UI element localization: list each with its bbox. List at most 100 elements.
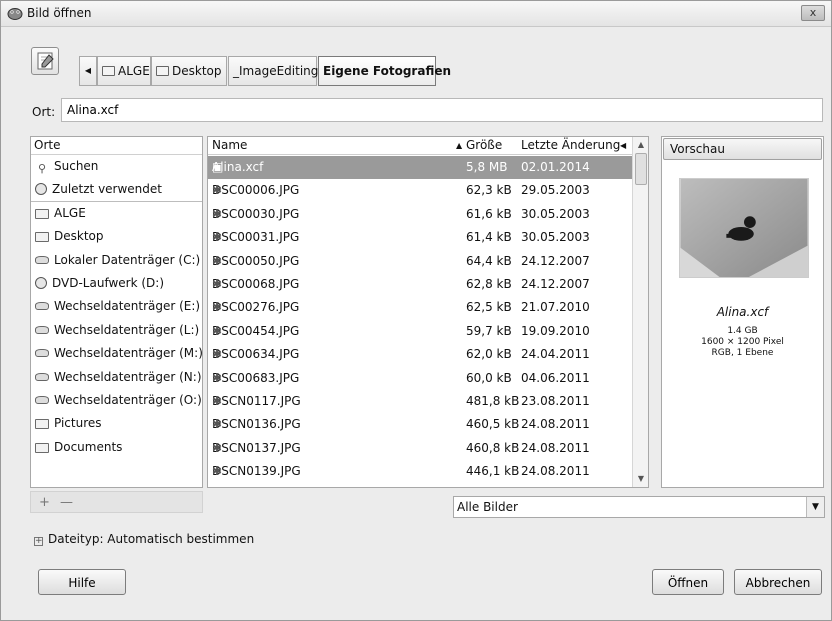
type-location-toggle-button[interactable] [31,47,59,75]
place-item[interactable]: ⚲ Suchen [31,155,202,178]
place-item[interactable]: Wechseldatenträger (L:) [31,319,202,342]
place-label: Documents [54,439,123,454]
file-date: 23.08.2011 [521,394,590,408]
file-name: DSC00683.JPG [212,370,300,385]
image-file-icon: ✱ [212,300,223,315]
place-item[interactable]: Wechseldatenträger (E:) [31,295,202,318]
place-label: Pictures [54,416,102,431]
scrollbar-thumb[interactable] [635,153,647,185]
file-list-scrollbar[interactable]: ▲ ▼ [632,137,648,487]
place-item[interactable]: DVD-Laufwerk (D:) [31,272,202,295]
file-date: 24.08.2011 [521,464,590,479]
file-row[interactable]: ✱ DSC00276.JPG 62,5 kB 21.07.2010 [208,296,632,319]
remove-bookmark-button[interactable]: — [60,495,73,510]
image-file-icon: ✱ [212,183,223,198]
file-row[interactable]: ✱ DSC00006.JPG 62,3 kB 29.05.2003 [208,179,632,202]
add-bookmark-button[interactable]: + [39,495,50,510]
place-item[interactable]: Desktop [31,225,202,248]
file-row[interactable]: ✱ DSCN0117.JPG 481,8 kB 23.08.2011 [208,390,632,413]
path-scroll-left-button[interactable]: ◀ [79,56,97,86]
removable-drive-icon [35,325,49,334]
window-title: Bild öffnen [27,6,92,20]
image-file-icon: ✱ [212,230,223,245]
column-size[interactable]: Größe [466,137,502,154]
file-name-cell: ✱ DSCN0137.JPG [212,437,301,460]
file-size: 61,6 kB [466,206,512,221]
places-header[interactable]: Orte [31,137,202,155]
column-modified[interactable]: Letzte Änderung [521,137,620,154]
file-size: 64,4 kB [466,253,512,268]
place-item[interactable]: Zuletzt verwendet [31,178,202,202]
edit-pencil-icon [37,52,54,70]
file-name: DSC00276.JPG [212,300,300,315]
preview-toggle-button[interactable]: Vorschau [663,138,822,160]
image-file-icon: ✱ [212,417,223,432]
file-row[interactable]: ✱ DSCN0136.JPG 460,5 kB 24.08.2011 [208,413,632,436]
removable-drive-icon [35,302,49,311]
file-list-header: Name ▲ Größe Letzte Änderung ◀ [208,137,632,155]
folder-icon [35,442,49,453]
place-label: Wechseldatenträger (M:) [54,346,203,361]
file-row[interactable]: ▣ Alina.xcf 5,8 MB 02.01.2014 [208,156,632,180]
help-button[interactable]: Hilfe [38,569,126,595]
file-row[interactable]: ✱ DSC00050.JPG 64,4 kB 24.12.2007 [208,250,632,273]
place-item[interactable]: Wechseldatenträger (N:) [31,366,202,389]
crumb-label: Desktop [172,64,222,78]
file-name-cell: ✱ DSC00050.JPG [212,250,299,273]
file-row[interactable]: ✱ DSC00068.JPG 62,8 kB 24.12.2007 [208,273,632,296]
file-date: 04.06.2011 [521,370,590,385]
file-row[interactable]: ✱ DSC00454.JPG 59,7 kB 19.09.2010 [208,320,632,343]
place-item[interactable]: Wechseldatenträger (O:) [31,389,202,412]
places-toolbar: + — [30,491,203,513]
scroll-up-icon[interactable]: ▲ [633,137,648,153]
file-row[interactable]: ✱ DSC00030.JPG 61,6 kB 30.05.2003 [208,203,632,226]
recent-icon [35,183,47,196]
scroll-down-icon[interactable]: ▼ [633,471,648,487]
image-file-icon: ✱ [212,277,223,291]
folder-icon [35,419,49,430]
image-file-icon: ✱ [212,323,223,338]
removable-drive-icon [35,395,49,404]
file-row[interactable]: ✱ DSCN0137.JPG 460,8 kB 24.08.2011 [208,437,632,460]
file-row[interactable]: ✱ DSC00683.JPG 60,0 kB 04.06.2011 [208,367,632,390]
place-item[interactable]: Pictures [31,412,202,435]
path-crumb-desktop[interactable]: Desktop [151,56,227,86]
removable-drive-icon [35,349,49,358]
close-icon: x [809,6,817,19]
place-item[interactable]: Documents [31,436,202,459]
file-date: 24.08.2011 [521,440,590,455]
location-input[interactable] [61,98,823,122]
file-size: 62,5 kB [466,300,512,315]
file-size: 460,5 kB [466,417,520,432]
filetype-expander[interactable]: + Dateityp: Automatisch bestimmen [34,532,254,546]
path-crumb-imageediting[interactable]: _ImageEditing [228,56,318,86]
file-size: 481,8 kB [466,394,520,408]
image-file-icon: ✱ [212,253,223,268]
open-button[interactable]: Öffnen [652,569,724,595]
image-file-icon: ✱ [212,440,223,455]
file-date: 02.01.2014 [521,160,590,174]
cancel-button[interactable]: Abbrechen [734,569,822,595]
path-crumb-alge[interactable]: ALGE [97,56,151,86]
image-file-icon: ✱ [212,347,223,362]
title-bar[interactable]: Bild öffnen x [1,1,831,27]
chevron-down-icon[interactable]: ▼ [806,497,824,517]
column-name[interactable]: Name [212,137,247,154]
path-crumb-eigene-fotografien[interactable]: Eigene Fotografien [318,56,451,86]
place-label: Suchen [54,159,99,173]
file-date: 21.07.2010 [521,300,590,315]
image-file-icon: ✱ [212,370,223,385]
file-row[interactable]: ✱ DSC00031.JPG 61,4 kB 30.05.2003 [208,226,632,249]
place-item[interactable]: Lokaler Datenträger (C:) [31,249,202,272]
file-row[interactable]: ✱ DSCN0139.JPG 446,1 kB 24.08.2011 [208,460,632,483]
file-name: DSCN0117.JPG [212,394,301,408]
place-item[interactable]: Wechseldatenträger (M:) [31,342,202,365]
help-label: Hilfe [68,576,96,590]
file-filter-select[interactable]: Alle Bilder ▼ [453,496,825,518]
folder-icon [35,208,49,219]
close-button[interactable]: x [801,5,825,21]
drive-icon [35,255,49,264]
place-item[interactable]: ALGE [31,202,202,225]
disc-icon [35,276,47,289]
file-row[interactable]: ✱ DSC00634.JPG 62,0 kB 24.04.2011 [208,343,632,366]
